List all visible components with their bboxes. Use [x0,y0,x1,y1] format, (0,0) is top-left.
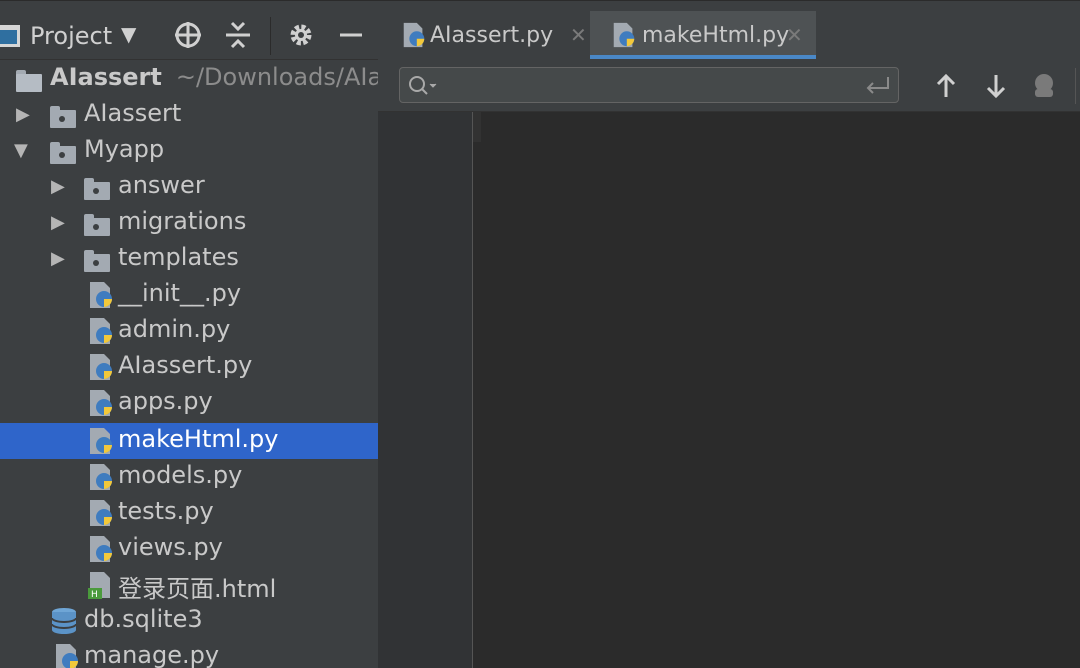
collapse-all-icon[interactable] [222,19,254,51]
tree-item-aiassert-py[interactable]: AIassert.py [0,349,378,385]
tab-label: AIassert.py [430,23,554,48]
folder-icon [14,64,44,94]
tree-item-aiassert-folder[interactable]: ▶ AIassert [0,97,378,133]
root-label: AIassert [50,63,162,91]
svg-text:H: H [91,590,98,600]
tree-item-views-py[interactable]: views.py [0,531,378,567]
tree-item-label: apps.py [118,387,213,415]
tree-item-label: migrations [118,207,247,235]
select-all-occurrences-icon[interactable] [1028,70,1060,102]
tree-item-label: __init__.py [118,279,242,307]
editor-tabs-bar: AIassert.py ✕ makeHtml.py ✕ [378,0,1080,60]
chevron-down-icon[interactable]: ▼ [121,22,136,46]
next-occurrence-icon[interactable] [980,70,1012,102]
html-file-icon: H [86,570,116,600]
gutter-divider [472,112,473,668]
toolbar-separator [1075,68,1076,104]
python-file-icon [86,352,116,382]
folder-icon [82,208,112,238]
minimize-icon[interactable] [335,19,367,51]
collapse-arrow-icon[interactable]: ▼ [14,140,28,161]
tree-item-label: answer [118,171,205,199]
python-file-icon [86,498,116,528]
python-file-icon [86,280,116,310]
expand-arrow-icon[interactable]: ▶ [51,248,65,269]
tab-makehtml-py[interactable]: makeHtml.py ✕ [590,11,816,59]
tree-item-label: models.py [118,461,243,489]
python-file-icon [610,21,638,55]
tab-label: makeHtml.py [642,23,790,48]
tree-item-label: views.py [118,533,223,561]
tree-item-migrations[interactable]: ▶ migrations [0,205,378,241]
expand-arrow-icon[interactable]: ▶ [51,212,65,233]
expand-arrow-icon[interactable]: ▶ [51,176,65,197]
tree-item-myapp[interactable]: ▼ Myapp [0,133,378,169]
close-icon[interactable]: ✕ [570,23,587,47]
tree-item-label: admin.py [118,315,231,343]
tree-item-label: AIassert [84,99,182,127]
python-file-icon [86,462,116,492]
search-icon[interactable] [406,73,440,103]
tree-item-admin-py[interactable]: admin.py [0,313,378,349]
python-file-icon [52,642,82,668]
ide-window: Project ▼ AIassert ~/Downloads/AIassert [0,0,1080,668]
tree-item-label: manage.py [84,641,220,668]
tree-item-apps-py[interactable]: apps.py [0,385,378,421]
tree-root[interactable]: AIassert ~/Downloads/AIassert [0,61,378,97]
header-separator [270,17,271,55]
tree-item-db-sqlite3[interactable]: db.sqlite3 [0,603,378,639]
root-path: ~/Downloads/AIassert [175,63,378,91]
tree-item-manage-py[interactable]: manage.py [0,639,378,668]
gear-icon[interactable] [285,19,317,51]
python-file-icon [86,316,116,346]
folder-icon [48,100,78,130]
tree-item-tests-py[interactable]: tests.py [0,495,378,531]
python-file-icon [86,388,116,418]
enter-icon [864,75,892,99]
tree-item-login-html[interactable]: H 登录页面.html [0,567,378,603]
tree-item-label: AIassert.py [118,351,253,379]
database-icon [50,606,80,636]
tree-item-label: 登录页面.html [118,575,277,603]
python-file-icon [86,534,116,564]
current-line-highlight [473,112,481,142]
python-file-icon [86,426,116,456]
tree-item-label: tests.py [118,497,214,525]
search-field[interactable] [399,67,899,103]
tree-item-answer[interactable]: ▶ answer [0,169,378,205]
search-input[interactable] [444,72,858,100]
project-view-icon [0,25,20,47]
tree-item-templates[interactable]: ▶ templates [0,241,378,277]
tree-item-label: Myapp [84,135,165,163]
project-tool-window: Project ▼ AIassert ~/Downloads/AIassert [0,0,378,668]
close-icon[interactable]: ✕ [786,23,803,47]
expand-arrow-icon[interactable]: ▶ [16,104,30,125]
tree-item-label: templates [118,243,239,271]
tree-item-models-py[interactable]: models.py [0,459,378,495]
tree-item-init-py[interactable]: __init__.py [0,277,378,313]
folder-icon [48,136,78,166]
project-view-title[interactable]: Project [30,22,112,50]
tree-item-makehtml-py[interactable]: makeHtml.py [0,423,378,459]
python-file-icon [400,21,428,55]
folder-icon [82,172,112,202]
tab-aiassert-py[interactable]: AIassert.py ✕ [392,11,592,59]
find-bar [378,60,1080,112]
locate-icon[interactable] [172,19,204,51]
project-panel-header: Project ▼ [0,0,378,60]
code-editor[interactable] [378,112,1080,668]
folder-icon [82,244,112,274]
tree-item-label: makeHtml.py [118,425,279,453]
previous-occurrence-icon[interactable] [930,70,962,102]
line-number-gutter [378,112,472,668]
tree-item-label: db.sqlite3 [84,605,203,633]
